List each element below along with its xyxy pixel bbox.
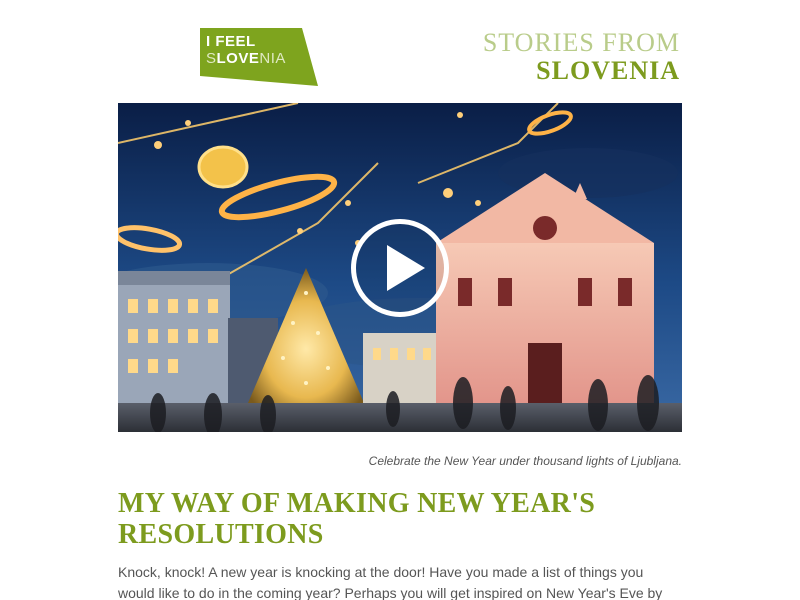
article-title: MY WAY OF MAKING NEW YEAR'S RESOLUTIONS — [118, 488, 596, 550]
logo-text-s: S — [206, 50, 217, 67]
logo-text-love: LOVE — [216, 50, 260, 67]
header: I FEEL SLOVENIA STORIES FROM SLOVENIA — [0, 0, 800, 100]
hero-video[interactable] — [118, 103, 682, 432]
stories-title-line1: STORIES FROM — [482, 28, 680, 57]
email-page: I FEEL SLOVENIA STORIES FROM SLOVENIA Ce… — [0, 0, 800, 600]
play-icon — [387, 245, 425, 291]
i-feel-slovenia-logo[interactable]: I FEEL SLOVENIA — [200, 28, 318, 86]
logo-text-nia: NIA — [259, 50, 286, 67]
play-button[interactable] — [351, 219, 449, 317]
stories-from-slovenia-title: STORIES FROM SLOVENIA — [483, 30, 680, 84]
image-caption: Celebrate the New Year under thousand li… — [368, 454, 682, 468]
logo-text-line1: I FEEL — [206, 33, 256, 50]
logo-text-line2: SLOVENIA — [206, 51, 286, 66]
article-body: Knock, knock! A new year is knocking at … — [118, 564, 663, 600]
stories-title-line2: SLOVENIA — [536, 56, 680, 85]
